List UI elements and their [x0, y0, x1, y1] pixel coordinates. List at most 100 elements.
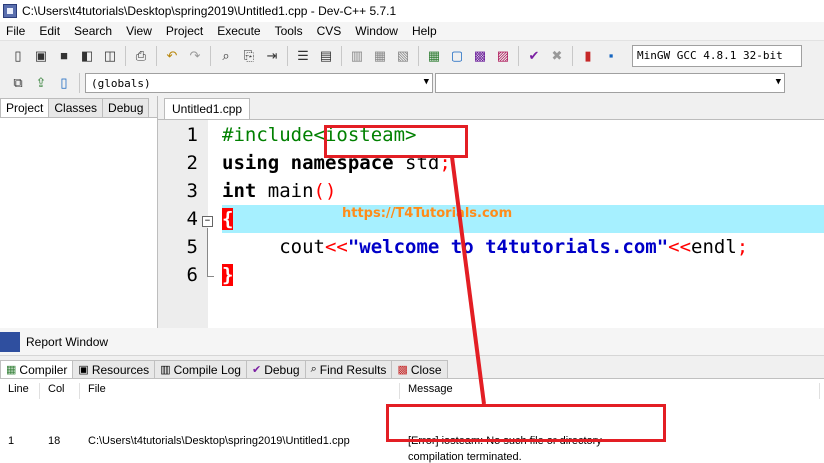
goto-bookmark-icon[interactable]: ▦	[370, 46, 390, 66]
delete-profile-icon[interactable]: ▪	[601, 46, 621, 66]
save-icon[interactable]: ■	[54, 46, 74, 66]
class-toolbar: ⧉ ⇪ ▯ (globals) ▼ ▼	[0, 70, 824, 96]
code-line[interactable]: 5 cout<<"welcome to t4tutorials.com"<<en…	[158, 233, 824, 261]
run-icon[interactable]: ▢	[447, 46, 467, 66]
code-line[interactable]: 2 using namespace std;	[158, 149, 824, 177]
col-file-header[interactable]: File	[84, 383, 400, 399]
menu-project[interactable]: Project	[160, 24, 211, 38]
redo-icon[interactable]: ↷	[185, 46, 205, 66]
menu-view[interactable]: View	[120, 24, 160, 38]
bookmark-icon[interactable]: ▯	[54, 73, 74, 93]
tab-resources[interactable]: ▣ Resources	[72, 360, 156, 378]
compiler-select[interactable]: MinGW GCC 4.8.1 32-bit	[632, 44, 802, 67]
find-icon[interactable]: ⌕	[216, 46, 236, 66]
code-token: }	[222, 264, 234, 286]
menu-edit[interactable]: Edit	[33, 24, 68, 38]
main-toolbar: ▯ ▣ ■ ◧ ◫ ⎙ ↶ ↷ ⌕ ⎘ ⇥ ☰ ▤ ▥ ▦ ▧ ▦ ▢ ▩ ▨ …	[0, 40, 824, 70]
toolbar-separator	[518, 45, 519, 66]
tab-project[interactable]: Project	[0, 98, 50, 117]
menu-cvs[interactable]: CVS	[311, 24, 350, 38]
code-text: int main()	[222, 177, 824, 205]
insert-icon[interactable]: ⧉	[8, 73, 28, 93]
print-icon[interactable]: ⎙	[131, 46, 151, 66]
code-editor[interactable]: 1 #include<iosteam> 2 using namespace std; 3…	[158, 120, 824, 328]
close-file-icon[interactable]: ◫	[100, 46, 120, 66]
stop-execution-icon[interactable]: ✖	[547, 46, 567, 66]
col-line-header[interactable]: Line	[4, 383, 40, 399]
indent-icon[interactable]: ☰	[293, 46, 313, 66]
code-text: using namespace std;	[222, 149, 824, 177]
debug-check-icon: ✔	[251, 364, 262, 376]
cell-file: C:\Users\t4tutorials\Desktop\spring2019\…	[88, 435, 350, 447]
rebuild-icon[interactable]: ▨	[493, 46, 513, 66]
syntax-check-icon[interactable]: ✔	[524, 46, 544, 66]
report-tabs: ▦ Compiler ▣ Resources ▥ Compile Log ✔ Debug…	[0, 356, 824, 379]
compile-run-icon[interactable]: ▩	[470, 46, 490, 66]
toggle-icon[interactable]: ⇪	[31, 73, 51, 93]
compiler-icon: ▦	[6, 364, 17, 376]
scope-dropdown[interactable]: (globals) ▼	[85, 73, 433, 93]
code-line[interactable]: 1 #include<iosteam>	[158, 121, 824, 149]
code-token: int	[222, 180, 257, 202]
toolbar-separator	[341, 45, 342, 66]
cell-col: 18	[48, 435, 61, 447]
report-title: Report Window	[26, 334, 109, 349]
compile-icon[interactable]: ▦	[424, 46, 444, 66]
code-token: <<	[668, 236, 692, 258]
line-number: 4	[186, 208, 198, 230]
save-all-icon[interactable]: ◧	[77, 46, 97, 66]
menu-execute[interactable]: Execute	[211, 24, 268, 38]
col-message-header[interactable]: Message	[404, 383, 820, 399]
goto-line-icon[interactable]: ⇥	[262, 46, 282, 66]
line-number: 5	[186, 236, 198, 258]
tab-find-results-label: Find Results	[319, 362, 387, 377]
code-token: #include	[222, 124, 314, 146]
chevron-down-icon: ▼	[423, 77, 429, 87]
col-col-header[interactable]: Col	[44, 383, 80, 399]
profile-icon[interactable]: ▮	[578, 46, 598, 66]
tab-compiler[interactable]: ▦ Compiler	[0, 360, 74, 378]
unindent-icon[interactable]: ▤	[316, 46, 336, 66]
code-line[interactable]: 3 int main()	[158, 177, 824, 205]
replace-icon[interactable]: ⎘	[239, 46, 259, 66]
tab-close[interactable]: ▩ Close	[391, 360, 448, 378]
tab-compile-log[interactable]: ▥ Compile Log	[154, 360, 247, 378]
menu-search[interactable]: Search	[68, 24, 120, 38]
left-tabs: Project Classes Debug	[0, 96, 157, 118]
code-token: ()	[313, 180, 337, 202]
toggle-bookmark-icon[interactable]: ▥	[347, 46, 367, 66]
tab-classes[interactable]: Classes	[48, 98, 104, 117]
new-class-icon[interactable]: ▧	[393, 46, 413, 66]
undo-icon[interactable]: ↶	[162, 46, 182, 66]
tab-debug-report[interactable]: ✔ Debug	[245, 360, 306, 378]
menu-help[interactable]: Help	[406, 24, 445, 38]
fold-toggle-icon[interactable]: −	[202, 216, 213, 227]
tab-close-label: Close	[410, 362, 442, 377]
new-file-icon[interactable]: ▯	[8, 46, 28, 66]
fold-line	[207, 228, 208, 276]
menu-tools[interactable]: Tools	[269, 24, 311, 38]
line-number: 1	[186, 124, 198, 146]
tab-debug[interactable]: Debug	[102, 98, 150, 117]
code-line[interactable]: 6}	[158, 261, 824, 289]
code-text: }	[222, 261, 824, 289]
window-title: C:\Users\t4tutorials\Desktop\spring2019\…	[22, 4, 397, 18]
watermark-text: https://T4Tutorials.com	[342, 206, 513, 221]
code-token: {	[222, 208, 234, 230]
menu-window[interactable]: Window	[349, 24, 406, 38]
menu-file[interactable]: File	[0, 24, 33, 38]
code-token: <<	[324, 236, 348, 258]
project-panel: Project Classes Debug	[0, 96, 158, 328]
title-bar: C:\Users\t4tutorials\Desktop\spring2019\…	[0, 0, 824, 22]
tab-resources-label: Resources	[91, 362, 150, 377]
devcpp-icon	[0, 331, 20, 352]
chevron-down-icon: ▼	[775, 77, 781, 87]
tab-untitled1[interactable]: Untitled1.cpp	[164, 98, 251, 119]
tab-find-results[interactable]: ⌕ Find Results	[304, 360, 393, 378]
toolbar-separator	[287, 45, 288, 66]
scope-value: (globals)	[91, 76, 151, 90]
annotation-box-include	[324, 125, 468, 158]
symbol-dropdown[interactable]: ▼	[435, 73, 785, 93]
compile-log-icon: ▥	[160, 364, 171, 376]
open-file-icon[interactable]: ▣	[31, 46, 51, 66]
